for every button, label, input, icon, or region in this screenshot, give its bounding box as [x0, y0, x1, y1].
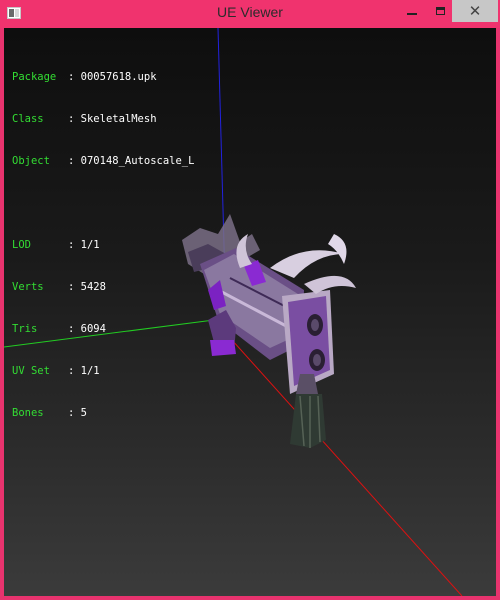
maximize-button[interactable] [426, 0, 454, 22]
skeletal-mesh-model [182, 214, 356, 448]
mesh-info-overlay: Package: 00057618.upk Class: SkeletalMes… [12, 42, 194, 448]
maximize-icon [435, 7, 445, 15]
info-row-uv-set: UV Set: 1/1 [12, 365, 100, 377]
close-button[interactable]: ✕ [452, 0, 498, 22]
title-bar[interactable]: UE Viewer ✕ [0, 0, 500, 28]
info-row-package: Package: 00057618.upk [12, 71, 157, 83]
minimize-icon [407, 13, 417, 15]
info-row-object: Object: 070148_Autoscale_L [12, 155, 195, 167]
info-row-bones: Bones: 5 [12, 407, 87, 419]
info-row-verts: Verts: 5428 [12, 281, 106, 293]
minimize-button[interactable] [398, 0, 426, 22]
info-row-lod: LOD: 1/1 [12, 239, 100, 251]
3d-viewport[interactable]: Package: 00057618.upk Class: SkeletalMes… [4, 28, 496, 596]
close-icon: ✕ [468, 2, 482, 20]
x-axis-line [213, 319, 463, 596]
info-row-class: Class: SkeletalMesh [12, 113, 157, 125]
ue-viewer-window: UE Viewer ✕ Package: 00057618.upk Class… [0, 0, 500, 600]
info-row-tris: Tris: 6094 [12, 323, 106, 335]
